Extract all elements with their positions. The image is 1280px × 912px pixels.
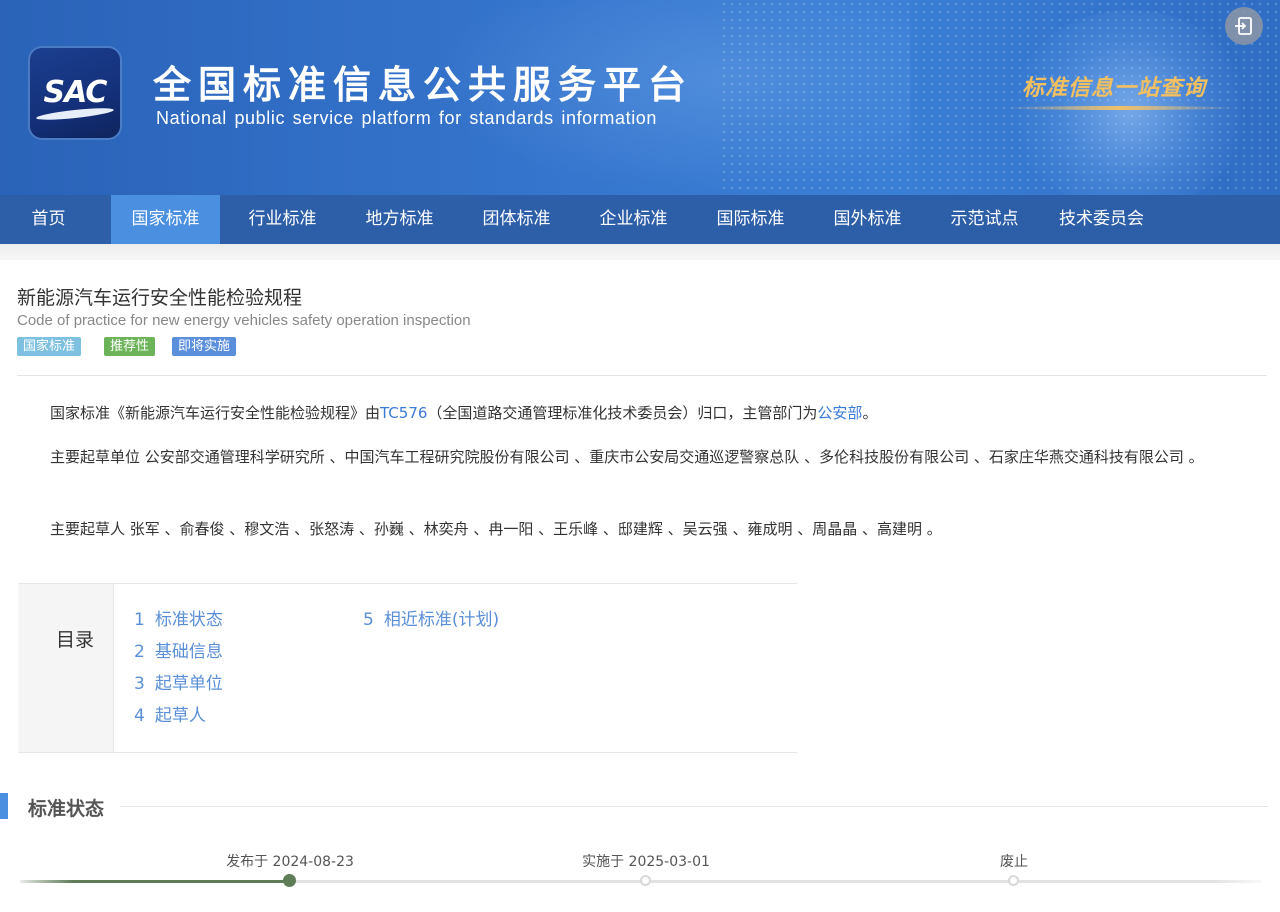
logo-text: SAC	[43, 75, 108, 110]
section-title-status: 标准状态	[28, 798, 105, 820]
nav-item-enterprise-standards[interactable]: 企业标准	[579, 195, 688, 244]
toc-item-label: 标准状态	[154, 610, 223, 630]
summary-text: 。	[862, 404, 878, 422]
toc-item-label: 起草单位	[154, 674, 223, 694]
toc-item-number: 5	[363, 610, 374, 630]
standard-title-en: Code of practice for new energy vehicles…	[17, 312, 471, 329]
sac-logo[interactable]: SAC	[30, 48, 120, 138]
badge-national-standard: 国家标准	[17, 337, 82, 356]
standard-title: 新能源汽车运行安全性能检验规程	[17, 287, 303, 309]
slogan: 标准信息一站查询	[1022, 75, 1207, 101]
toc-heading-cell: 目录	[18, 584, 114, 752]
toc-item-label: 起草人	[154, 706, 206, 726]
drafting-units-paragraph: 主要起草单位 公安部交通管理科学研究所 、中国汽车工程研究院股份有限公司 、重庆…	[50, 448, 1204, 466]
nav-item-foreign-standards[interactable]: 国外标准	[813, 195, 922, 244]
toc-item-related-standards[interactable]: 5 相近标准(计划)	[363, 605, 499, 630]
login-button[interactable]	[1225, 7, 1263, 45]
nav-item-home[interactable]: 首页	[0, 195, 97, 244]
toc-item-drafters[interactable]: 4 起草人	[134, 701, 206, 726]
department-link[interactable]: 公安部	[817, 404, 862, 422]
toc-item-status[interactable]: 1 标准状态	[134, 605, 223, 630]
badge-upcoming: 即将实施	[172, 337, 237, 356]
header-banner: SAC 全国标准信息公共服务平台 National public service…	[0, 0, 1280, 195]
toc-item-number: 4	[134, 706, 145, 726]
timeline-dot-abolished	[1008, 875, 1019, 886]
nav-item-international-standards[interactable]: 国际标准	[696, 195, 805, 244]
toc-item-number: 3	[134, 674, 145, 694]
nav-item-tech-committees[interactable]: 技术委员会	[1047, 195, 1156, 244]
badge-recommended: 推荐性	[104, 337, 156, 356]
table-of-contents: 目录 1 标准状态 2 基础信息 3 起草单位 4 起草人 5 相近标准(计划)	[18, 583, 797, 753]
summary-text: （全国道路交通管理标准化技术委员会）归口，主管部门为	[427, 404, 818, 422]
nav-item-local-standards[interactable]: 地方标准	[345, 195, 454, 244]
timeline-label-effective: 实施于 2025-03-01	[582, 854, 710, 870]
section-marker	[0, 793, 8, 819]
timeline-dot-effective	[640, 875, 651, 886]
divider	[17, 375, 1267, 376]
main-nav: 首页 国家标准 行业标准 地方标准 团体标准 企业标准 国际标准 国外标准 示范…	[0, 195, 1280, 244]
timeline-dot-published	[283, 874, 296, 887]
timeline-label-published: 发布于 2024-08-23	[226, 854, 354, 870]
toc-item-basic-info[interactable]: 2 基础信息	[134, 637, 223, 662]
nav-item-demo-pilots[interactable]: 示范试点	[930, 195, 1039, 244]
toc-item-number: 2	[134, 642, 145, 662]
site-subtitle: National public service platform for sta…	[156, 108, 658, 128]
summary-paragraph: 国家标准《新能源汽车运行安全性能检验规程》由TC576（全国道路交通管理标准化技…	[18, 398, 1263, 428]
toc-item-drafting-units[interactable]: 3 起草单位	[134, 669, 223, 694]
slogan-underline	[1005, 106, 1235, 110]
timeline-progress	[20, 880, 290, 883]
tc-link[interactable]: TC576	[380, 404, 427, 422]
nav-item-industry-standards[interactable]: 行业标准	[228, 195, 337, 244]
banner-globe	[1010, 10, 1250, 195]
toc-item-label: 相近标准(计划)	[383, 610, 500, 630]
nav-item-group-standards[interactable]: 团体标准	[462, 195, 571, 244]
timeline-label-abolished: 废止	[1000, 854, 1028, 870]
toc-item-number: 1	[134, 610, 145, 630]
site-title: 全国标准信息公共服务平台	[153, 63, 694, 107]
summary-text: 国家标准《新能源汽车运行安全性能检验规程》由	[50, 404, 381, 422]
toc-item-label: 基础信息	[154, 642, 223, 662]
drafters-paragraph: 主要起草人 张军 、俞春俊 、穆文浩 、张怒涛 、孙巍 、林奕舟 、冉一阳 、王…	[50, 520, 942, 538]
section-divider	[120, 806, 1268, 807]
login-icon	[1235, 17, 1252, 35]
nav-shadow	[0, 244, 1280, 260]
nav-item-national-standards[interactable]: 国家标准	[111, 195, 220, 244]
toc-heading: 目录	[56, 629, 95, 651]
